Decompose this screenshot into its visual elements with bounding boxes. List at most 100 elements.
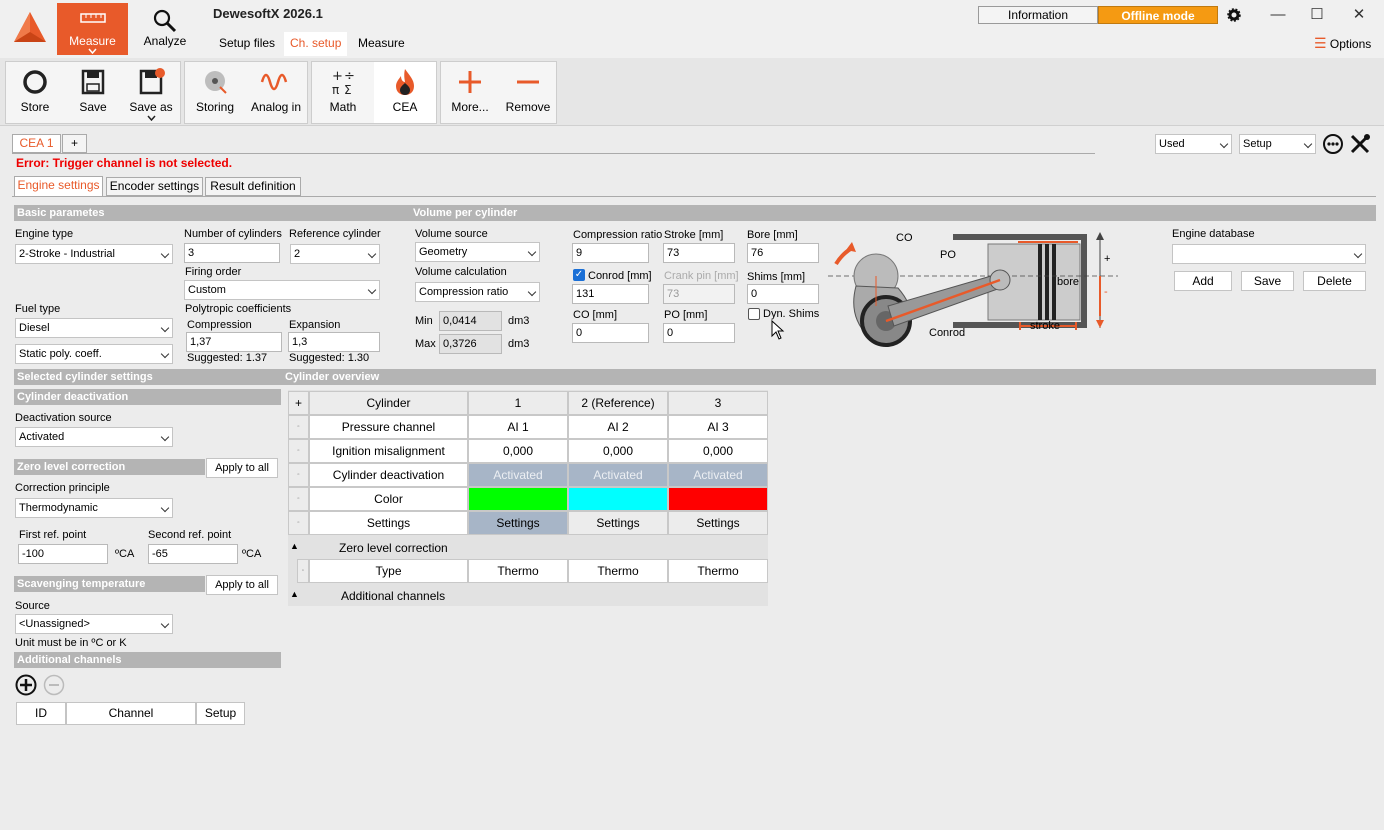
compression-ratio-label: Compression ratio [573, 229, 663, 241]
collapse-triangle-icon[interactable]: ▲ [290, 589, 299, 599]
more-options-icon[interactable] [1322, 133, 1344, 155]
first-ref-unit: ºCA [115, 548, 135, 560]
pressure-cell-2[interactable]: AI 2 [568, 415, 668, 439]
measure-main-tab[interactable]: Measure [57, 3, 128, 55]
volume-source-select[interactable]: Geometry [415, 242, 540, 262]
min-unit: dm3 [508, 315, 530, 327]
tab-result-definition[interactable]: Result definition [205, 177, 301, 196]
engine-database-select[interactable] [1172, 244, 1366, 264]
shims-input[interactable]: 0 [747, 284, 819, 304]
engine-type-select[interactable]: 2-Stroke - Industrial [15, 244, 173, 264]
deactivation-source-label: Deactivation source [15, 412, 112, 424]
conrod-input[interactable]: 131 [572, 284, 649, 304]
svg-text:π: π [332, 83, 339, 96]
polytropic-label: Polytropic coefficients [185, 303, 292, 315]
col-setup[interactable]: Setup [196, 702, 245, 725]
tab-encoder-settings[interactable]: Encoder settings [106, 177, 203, 196]
engine-db-save-button[interactable]: Save [1241, 271, 1294, 291]
inner-tab-divider [12, 196, 1376, 197]
type-cell-2[interactable]: Thermo [568, 559, 668, 583]
grid-plus-button[interactable]: + [288, 391, 309, 415]
cea-button[interactable]: CEA [374, 62, 436, 123]
save-button[interactable]: Save [64, 62, 122, 123]
type-cell-1[interactable]: Thermo [468, 559, 568, 583]
remove-button[interactable]: Remove [499, 62, 557, 123]
tab-cea-1[interactable]: CEA 1 [12, 134, 61, 153]
conrod-checkbox[interactable]: ✓ [573, 269, 585, 281]
store-button[interactable]: Store [6, 62, 64, 123]
maximize-icon[interactable]: ☐ [1302, 4, 1332, 26]
cylinders-input[interactable]: 3 [184, 243, 280, 263]
save-as-button[interactable]: Save as [122, 62, 180, 123]
ignition-cell-1[interactable]: 0,000 [468, 439, 568, 463]
volume-calc-select[interactable]: Compression ratio [415, 282, 540, 302]
setup-select[interactable]: Setup [1239, 134, 1316, 154]
color-cell-3[interactable] [668, 487, 768, 511]
ignition-cell-2[interactable]: 0,000 [568, 439, 668, 463]
settings-button-1[interactable]: Settings [468, 511, 568, 535]
tab-engine-settings[interactable]: Engine settings [14, 176, 103, 196]
add-channel-icon[interactable] [15, 674, 37, 696]
first-ref-input[interactable]: -100 [18, 544, 108, 564]
more-button[interactable]: More... [441, 62, 499, 123]
engine-db-add-button[interactable]: Add [1174, 271, 1232, 291]
storing-button[interactable]: Storing [185, 62, 245, 123]
settings-button-2[interactable]: Settings [568, 511, 668, 535]
compression-input[interactable]: 1,37 [186, 332, 282, 352]
bore-input[interactable]: 76 [747, 243, 819, 263]
stroke-input[interactable]: 73 [663, 243, 735, 263]
col-id[interactable]: ID [16, 702, 66, 725]
apply-all-zero-button[interactable]: Apply to all [206, 458, 278, 478]
color-cell-1[interactable] [468, 487, 568, 511]
close-icon[interactable]: ✕ [1344, 4, 1374, 26]
engine-type-value: 2-Stroke - Industrial [19, 248, 115, 260]
expansion-input[interactable]: 1,3 [288, 332, 380, 352]
dyn-shims-checkbox[interactable] [748, 308, 760, 320]
offline-mode-button[interactable]: Offline mode [1098, 6, 1218, 24]
firing-order-select[interactable]: Custom [184, 280, 380, 300]
scavenging-source-select[interactable]: <Unassigned> [15, 614, 173, 634]
type-cell-3[interactable]: Thermo [668, 559, 768, 583]
second-ref-input[interactable]: -65 [148, 544, 238, 564]
pressure-cell-3[interactable]: AI 3 [668, 415, 768, 439]
fuel-type-label: Fuel type [15, 303, 61, 315]
correction-principle-select[interactable]: Thermodynamic [15, 498, 173, 518]
conrod-label: Conrod [mm] [588, 270, 652, 282]
tools-icon[interactable] [1349, 133, 1371, 155]
analyze-main-tab[interactable]: Analyze [137, 3, 193, 55]
settings-button-3[interactable]: Settings [668, 511, 768, 535]
crank-pin-label: Crank pin [mm] [664, 270, 739, 282]
tab-ch-setup[interactable]: Ch. setup [284, 32, 348, 56]
pressure-cell-1[interactable]: AI 1 [468, 415, 568, 439]
information-button[interactable]: Information [978, 6, 1098, 24]
col-channel[interactable]: Channel [66, 702, 196, 725]
tab-setup-files[interactable]: Setup files [213, 32, 281, 56]
diagram-po-label: PO [940, 249, 956, 261]
dewesoft-logo[interactable] [10, 8, 50, 48]
used-filter-select[interactable]: Used [1155, 134, 1232, 154]
poly-coeff-select[interactable]: Static poly. coeff. [15, 344, 173, 364]
add-tab-button[interactable]: + [62, 134, 87, 153]
collapse-triangle-icon[interactable]: ▲ [290, 541, 299, 551]
ruler-icon [80, 13, 106, 23]
color-cell-2[interactable] [568, 487, 668, 511]
apply-all-scav-button[interactable]: Apply to all [206, 575, 278, 595]
engine-db-delete-button[interactable]: Delete [1303, 271, 1366, 291]
firing-order-value: Custom [188, 284, 226, 296]
fuel-type-select[interactable]: Diesel [15, 318, 173, 338]
po-input[interactable]: 0 [663, 323, 735, 343]
reference-cylinder-label: Reference cylinder [289, 228, 381, 240]
ignition-cell-3[interactable]: 0,000 [668, 439, 768, 463]
options-button[interactable]: ☰ Options [1314, 34, 1371, 52]
compression-ratio-input[interactable]: 9 [572, 243, 649, 263]
gear-icon[interactable] [1219, 4, 1249, 26]
math-button[interactable]: + ÷ π Σ Math [312, 62, 374, 123]
reference-cylinder-select[interactable]: 2 [290, 244, 380, 264]
analog-in-button[interactable]: Analog in [245, 62, 307, 123]
correction-principle-value: Thermodynamic [19, 502, 98, 514]
deactivation-source-select[interactable]: Activated [15, 427, 173, 447]
minimize-icon[interactable]: — [1263, 4, 1293, 26]
tab-measure[interactable]: Measure [352, 32, 411, 56]
co-input[interactable]: 0 [572, 323, 649, 343]
diagram-bore-label: bore [1057, 276, 1080, 288]
